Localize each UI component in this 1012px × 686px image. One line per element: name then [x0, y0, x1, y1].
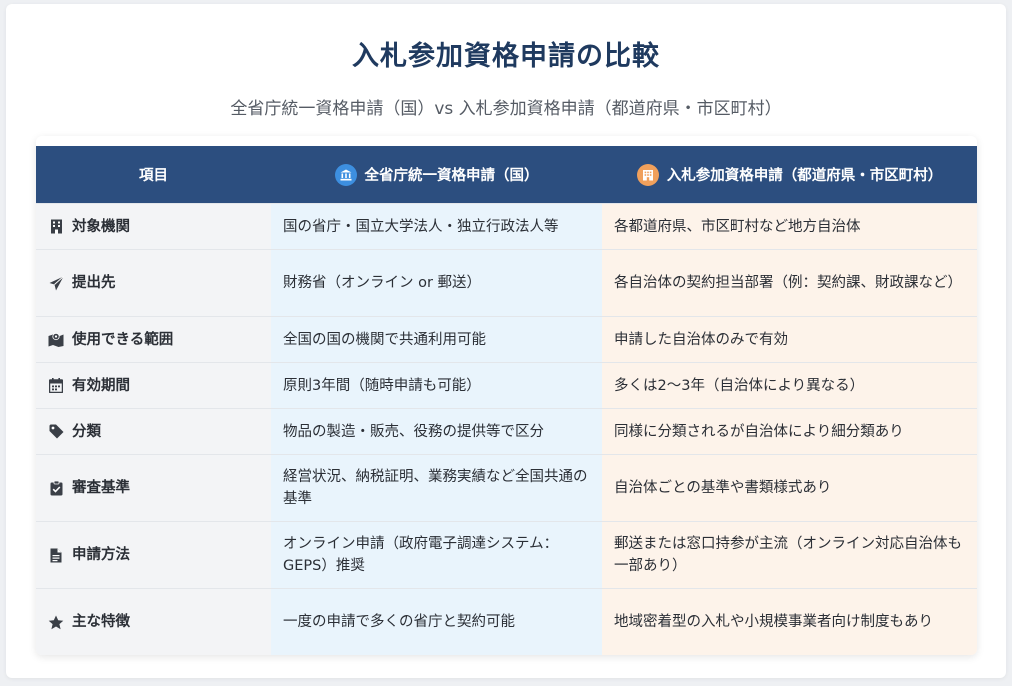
row-label: 有効期間: [36, 363, 271, 408]
local-cell: 地域密着型の入札や小規模事業者向け制度もあり: [602, 589, 977, 655]
document-icon: [48, 547, 64, 563]
row-label: 対象機関: [36, 204, 271, 249]
calendar-icon: [48, 378, 64, 394]
header-item: 項目: [139, 168, 168, 184]
gov-cell: 原則3年間（随時申請も可能）: [271, 363, 602, 408]
local-cell: 申請した自治体のみで有効: [602, 317, 977, 362]
local-cell: 同様に分類されるが自治体により細分類あり: [602, 409, 977, 454]
star-icon: [48, 614, 64, 630]
table-row: 分類 物品の製造・販売、役務の提供等で区分 同様に分類されるが自治体により細分類…: [36, 408, 977, 454]
page-title: 入札参加資格申請の比較: [352, 41, 660, 72]
header-gov: 全省庁統一資格申請（国）: [271, 146, 602, 203]
table-row: 対象機関 国の省庁・国立大学法人・独立行政法人等 各都道府県、市区町村など地方自…: [36, 203, 977, 249]
building-icon: [48, 219, 64, 235]
gov-cell: オンライン申請（政府電子調達システム：GEPS）推奨: [271, 522, 602, 588]
tag-icon: [48, 424, 64, 440]
gov-cell: 物品の製造・販売、役務の提供等で区分: [271, 409, 602, 454]
page-subtitle: 全省庁統一資格申請（国）vs 入札参加資格申請（都道府県・市区町村）: [230, 99, 782, 119]
gov-cell: 国の省庁・国立大学法人・独立行政法人等: [271, 204, 602, 249]
table-row: 提出先 財務省（オンライン or 郵送） 各自治体の契約担当部署（例：契約課、財…: [36, 249, 977, 316]
header-gov-label: 全省庁統一資格申請（国）: [364, 168, 539, 184]
gov-cell: 財務省（オンライン or 郵送）: [271, 250, 602, 316]
gov-cell: 一度の申請で多くの省庁と契約可能: [271, 589, 602, 655]
map-marker-icon: [48, 332, 64, 348]
page-card: 入札参加資格申請の比較 全省庁統一資格申請（国）vs 入札参加資格申請（都道府県…: [6, 4, 1006, 678]
local-cell: 自治体ごとの基準や書類様式あり: [602, 455, 977, 521]
table-row: 有効期間 原則3年間（随時申請も可能） 多くは2〜3年（自治体により異なる）: [36, 362, 977, 408]
row-label: 主な特徴: [36, 589, 271, 655]
local-cell: 各自治体の契約担当部署（例：契約課、財政課など）: [602, 250, 977, 316]
comparison-table: 項目 全省庁統一資格申請（国） 入札参加資格申請（都道府県・市区町村） 対象機関…: [36, 136, 977, 655]
city-building-icon: [636, 163, 659, 186]
row-label: 申請方法: [36, 522, 271, 588]
table-row: 申請方法 オンライン申請（政府電子調達システム：GEPS）推奨 郵送または窓口持…: [36, 521, 977, 588]
row-label: 審査基準: [36, 455, 271, 521]
table-row: 使用できる範囲 全国の国の機関で共通利用可能 申請した自治体のみで有効: [36, 316, 977, 362]
gov-cell: 経営状況、納税証明、業務実績など全国共通の基準: [271, 455, 602, 521]
row-label: 提出先: [36, 250, 271, 316]
header-local-label: 入札参加資格申請（都道府県・市区町村）: [666, 168, 943, 184]
clipboard-check-icon: [48, 480, 64, 496]
header-local: 入札参加資格申請（都道府県・市区町村）: [602, 146, 977, 203]
local-cell: 各都道府県、市区町村など地方自治体: [602, 204, 977, 249]
row-label: 使用できる範囲: [36, 317, 271, 362]
government-building-icon: [334, 163, 357, 186]
table-row: 主な特徴 一度の申請で多くの省庁と契約可能 地域密着型の入札や小規模事業者向け制…: [36, 588, 977, 655]
local-cell: 多くは2〜3年（自治体により異なる）: [602, 363, 977, 408]
table-header: 項目 全省庁統一資格申請（国） 入札参加資格申請（都道府県・市区町村）: [36, 146, 977, 203]
local-cell: 郵送または窓口持参が主流（オンライン対応自治体も一部あり）: [602, 522, 977, 588]
table-row: 審査基準 経営状況、納税証明、業務実績など全国共通の基準 自治体ごとの基準や書類…: [36, 454, 977, 521]
row-label: 分類: [36, 409, 271, 454]
gov-cell: 全国の国の機関で共通利用可能: [271, 317, 602, 362]
paper-plane-icon: [48, 275, 64, 291]
